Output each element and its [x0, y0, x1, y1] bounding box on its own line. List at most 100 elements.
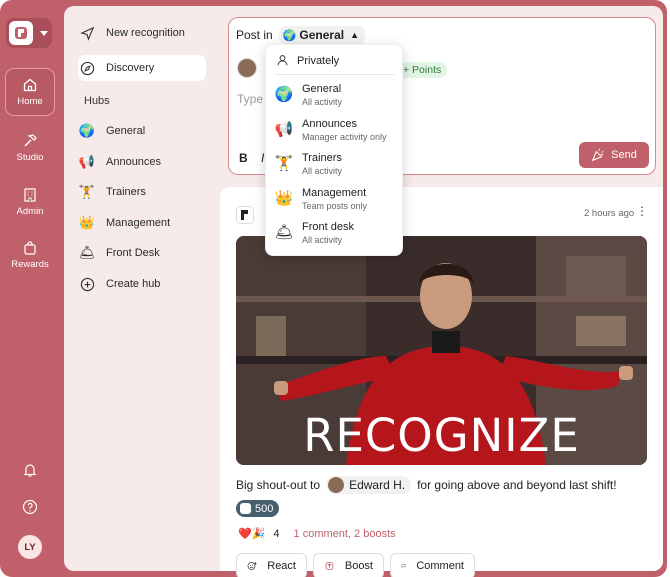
- rail-item-studio[interactable]: Studio: [5, 124, 55, 172]
- left-rail: Home Studio Admin Rewards LY: [0, 0, 64, 577]
- dropdown-item-sub: All activity: [302, 97, 343, 107]
- globe-icon: 🌍: [274, 86, 294, 103]
- reactions-summary: ❤️🎉 4 1 comment, 2 boosts: [238, 527, 396, 541]
- post-caption: Big shout-out to Edward H. for going abo…: [236, 476, 617, 494]
- dropdown-item-sub: All activity: [302, 166, 343, 176]
- dropdown-divider: [274, 74, 394, 75]
- dropdown-item-name: Announces: [302, 118, 358, 130]
- caption-after: for going above and beyond last shift!: [417, 478, 617, 492]
- reaction-count: 4: [273, 527, 280, 540]
- help-icon[interactable]: [18, 495, 42, 519]
- react-label: React: [267, 560, 296, 572]
- comments-boosts-link[interactable]: 1 comment, 2 boosts: [294, 528, 396, 540]
- dropdown-item-trainers[interactable]: 🏋 Trainers All activity: [274, 152, 342, 177]
- sidebar-item-label: General: [106, 125, 146, 137]
- megaphone-icon: 📢: [274, 121, 294, 138]
- italic-button[interactable]: I: [261, 151, 264, 165]
- party-icon: [591, 148, 604, 162]
- sidebar-item-label: Management: [106, 217, 171, 229]
- discovery-label: Discovery: [106, 62, 155, 74]
- new-recognition-button[interactable]: New recognition: [78, 24, 185, 42]
- points-badge: 500: [236, 500, 280, 517]
- recipient-picker[interactable]: [237, 58, 257, 78]
- compass-icon: [78, 59, 96, 77]
- hubs-heading: Hubs: [84, 95, 110, 107]
- sidebar-item-label: Front Desk: [106, 247, 160, 259]
- points-logo-icon: [240, 503, 251, 514]
- bell-icon[interactable]: [18, 458, 42, 482]
- boost-button[interactable]: Boost: [313, 553, 384, 577]
- globe-icon: 🌍: [282, 29, 297, 42]
- create-hub-label: Create hub: [106, 278, 161, 290]
- rail-item-admin[interactable]: Admin: [5, 178, 55, 226]
- dropdown-item-sub: Team posts only: [302, 201, 368, 211]
- sidebar-item-label: Trainers: [106, 186, 146, 198]
- dropdown-item-name: General: [302, 83, 342, 95]
- app-frame: Home Studio Admin Rewards LY New recogni…: [0, 0, 667, 577]
- new-recognition-label: New recognition: [106, 27, 185, 39]
- comment-button[interactable]: Comment: [390, 553, 475, 577]
- plus-circle-icon: [78, 275, 96, 293]
- reaction-emojis[interactable]: ❤️🎉: [238, 527, 265, 540]
- chevron-down-icon: [40, 30, 48, 36]
- dropdown-item-name: Management: [302, 187, 367, 199]
- react-button[interactable]: React: [236, 553, 307, 577]
- dropdown-item-privately[interactable]: Privately: [276, 54, 339, 67]
- dropdown-item-front-desk[interactable]: 🛎 Front desk All activity: [274, 221, 354, 246]
- sidebar-item-trainers[interactable]: 🏋 Trainers: [78, 183, 146, 201]
- globe-icon: 🌍: [78, 123, 96, 138]
- boost-label: Boost: [344, 560, 373, 572]
- sidebar: New recognition Discovery Hubs 🌍 General…: [64, 6, 220, 571]
- comment-icon: [401, 564, 406, 569]
- more-options-icon[interactable]: ⋮: [636, 205, 648, 217]
- sidebar-item-front-desk[interactable]: 🛎 Front Desk: [78, 244, 160, 262]
- selected-hub-label: General: [299, 28, 345, 42]
- rail-item-home[interactable]: Home: [5, 68, 55, 116]
- app-logo: [9, 21, 33, 45]
- dropdown-item-general[interactable]: 🌍 General All activity: [274, 83, 342, 108]
- mention-chip[interactable]: Edward H.: [326, 476, 412, 494]
- sidebar-item-label: Announces: [106, 156, 162, 168]
- user-avatar[interactable]: LY: [18, 535, 42, 559]
- privately-label: Privately: [297, 54, 340, 67]
- sidebar-item-announces[interactable]: 📢 Announces: [78, 153, 161, 171]
- author-logo: [236, 206, 254, 224]
- mention-avatar: [328, 477, 345, 493]
- dropdown-item-announces[interactable]: 📢 Announces Manager activity only: [274, 118, 387, 143]
- gif-caption: RECOGNIZE: [303, 409, 580, 462]
- rail-label: Studio: [16, 152, 44, 163]
- post-in-selector: Post in 🌍 General ▲: [236, 26, 366, 44]
- sidebar-item-management[interactable]: 👑 Management: [78, 214, 170, 232]
- post-in-label: Post in: [236, 28, 273, 42]
- send-label: Send: [611, 149, 637, 161]
- points-chip[interactable]: + Points: [397, 62, 448, 78]
- rail-label: Admin: [16, 206, 44, 217]
- bold-button[interactable]: B: [239, 151, 248, 165]
- bell-hop-icon: 🛎: [78, 245, 96, 260]
- bag-icon: [24, 241, 36, 255]
- post-gif: RECOGNIZE: [236, 236, 647, 465]
- person-icon: [277, 55, 288, 66]
- sidebar-item-general[interactable]: 🌍 General: [78, 122, 145, 140]
- send-icon: [78, 24, 96, 42]
- rail-label: Rewards: [11, 259, 49, 270]
- post-timestamp: 2 hours ago: [584, 208, 635, 219]
- rail-item-rewards[interactable]: Rewards: [5, 231, 55, 279]
- points-value: 500: [255, 502, 274, 515]
- dropdown-item-sub: All activity: [302, 235, 343, 245]
- workspace-switcher[interactable]: [6, 18, 52, 48]
- sidebar-item-discovery-content[interactable]: Discovery: [78, 59, 154, 77]
- add-reaction-icon: [247, 562, 257, 570]
- building-icon: [24, 188, 36, 202]
- dropdown-item-management[interactable]: 👑 Management Team posts only: [274, 187, 367, 212]
- hub-select[interactable]: 🌍 General ▲: [278, 26, 366, 44]
- recipient-avatar: [237, 58, 257, 78]
- create-hub-button[interactable]: Create hub: [78, 275, 160, 293]
- send-button[interactable]: Send: [579, 142, 649, 168]
- dumbbell-icon: 🏋: [274, 155, 294, 172]
- comment-label: Comment: [416, 560, 464, 572]
- caption-before: Big shout-out to: [236, 478, 321, 492]
- message-input[interactable]: Type: [237, 92, 263, 106]
- rail-label: Home: [17, 96, 43, 107]
- chevron-up-icon: ▲: [350, 30, 360, 40]
